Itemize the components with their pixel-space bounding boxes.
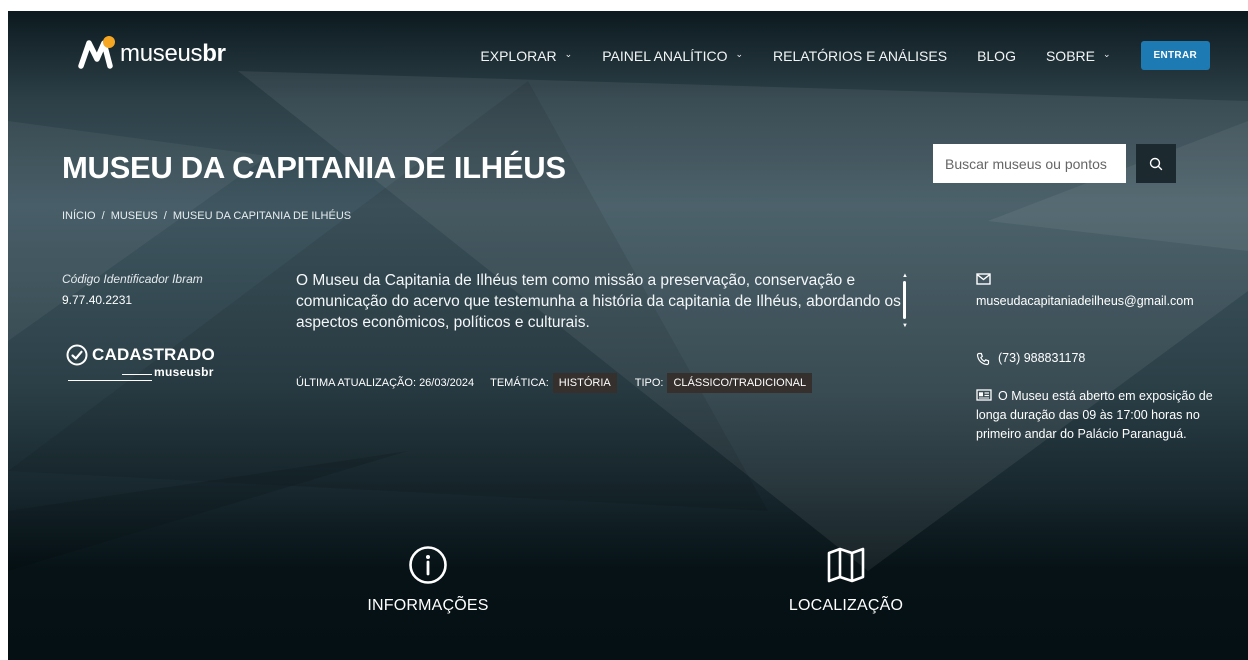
theme-tag[interactable]: HISTÓRIA (552, 373, 617, 393)
tab-localizacao[interactable]: LOCALIZAÇÃO (774, 545, 918, 615)
chevron-down-icon: ⌄ (735, 49, 744, 59)
scroll-down-icon[interactable]: ▼ (901, 323, 909, 329)
search-bar (933, 144, 1176, 183)
site-logo[interactable]: museusbr (78, 35, 226, 69)
scroll-up-icon[interactable]: ▲ (901, 273, 909, 279)
type-label: TIPO: (634, 377, 664, 389)
contact-email[interactable]: museudacapitaniadeilheus@gmail.com (976, 292, 1208, 311)
phone-icon (976, 352, 990, 365)
badge-word: CADASTRADO (92, 345, 215, 364)
contact-phone[interactable]: (73) 988831178 (998, 349, 1085, 368)
type-tag[interactable]: CLÁSSICO/TRADICIONAL (667, 373, 813, 393)
theme-label: TEMÁTICA: (490, 377, 549, 389)
search-icon (1149, 157, 1163, 170)
nav-sobre[interactable]: SOBRE ⌄ (1046, 48, 1111, 64)
nav-painel-analitico[interactable]: PAINEL ANALÍTICO ⌄ (602, 48, 743, 64)
breadcrumb-current: MUSEU DA CAPITANIA DE ILHÉUS (172, 210, 352, 222)
museum-meta: ÚLTIMA ATUALIZAÇÃO: 26/03/2024 TEMÁTICA:… (296, 373, 830, 393)
museum-description: O Museu da Capitania de Ilhéus tem como … (296, 272, 901, 331)
login-button[interactable]: ENTRAR (1140, 41, 1210, 70)
logo-text: museusbr (120, 40, 226, 67)
map-icon (827, 547, 865, 583)
tab-informacoes[interactable]: INFORMAÇÕES (356, 545, 500, 615)
last-update: ÚLTIMA ATUALIZAÇÃO: 26/03/2024 (296, 377, 475, 389)
breadcrumb: INÍCIO / MUSEUS / MUSEU DA CAPITANIA DE ILHÉ… (62, 210, 352, 222)
badge-subtext: museusbr (154, 365, 214, 379)
scroll-thumb[interactable] (903, 281, 906, 319)
breadcrumb-home[interactable]: INÍCIO (62, 210, 96, 222)
nav-relatorios[interactable]: RELATÓRIOS E ANÁLISES (773, 48, 947, 64)
nav-blog[interactable]: BLOG (977, 48, 1016, 64)
id-card-icon (976, 389, 992, 401)
chevron-down-icon: ⌄ (1102, 49, 1111, 59)
main-nav: EXPLORAR ⌄ PAINEL ANALÍTICO ⌄ RELATÓRIOS E… (480, 41, 1210, 70)
hero-section: museusbr EXPLORAR ⌄ PAINEL ANALÍTICO ⌄ REL… (8, 11, 1248, 660)
check-circle-icon (66, 344, 88, 366)
contact-hours: O Museu está aberto em exposição de long… (976, 389, 1213, 441)
background-facets (8, 71, 1248, 571)
chevron-down-icon: ⌄ (564, 49, 573, 59)
contact-phone-row: (73) 988831178 (976, 349, 1085, 368)
ibram-id-label: Código Identificador Ibram (62, 272, 203, 286)
search-button[interactable] (1136, 144, 1176, 183)
ibram-id-value: 9.77.40.2231 (62, 293, 133, 307)
description-scrollbar[interactable]: ▲ ▼ (901, 273, 909, 329)
nav-explorar[interactable]: EXPLORAR ⌄ (480, 48, 572, 64)
logo-mark-icon (78, 35, 118, 69)
email-icon (976, 272, 991, 291)
search-input[interactable] (933, 144, 1126, 183)
page-title: MUSEU DA CAPITANIA DE ILHÉUS (62, 150, 566, 185)
tab-informacoes-label: INFORMAÇÕES (367, 597, 489, 614)
tab-localizacao-label: LOCALIZAÇÃO (788, 597, 904, 614)
info-icon (409, 546, 447, 584)
breadcrumb-museums[interactable]: MUSEUS (111, 210, 158, 222)
registered-badge: CADASTRADO museusbr (66, 344, 226, 384)
